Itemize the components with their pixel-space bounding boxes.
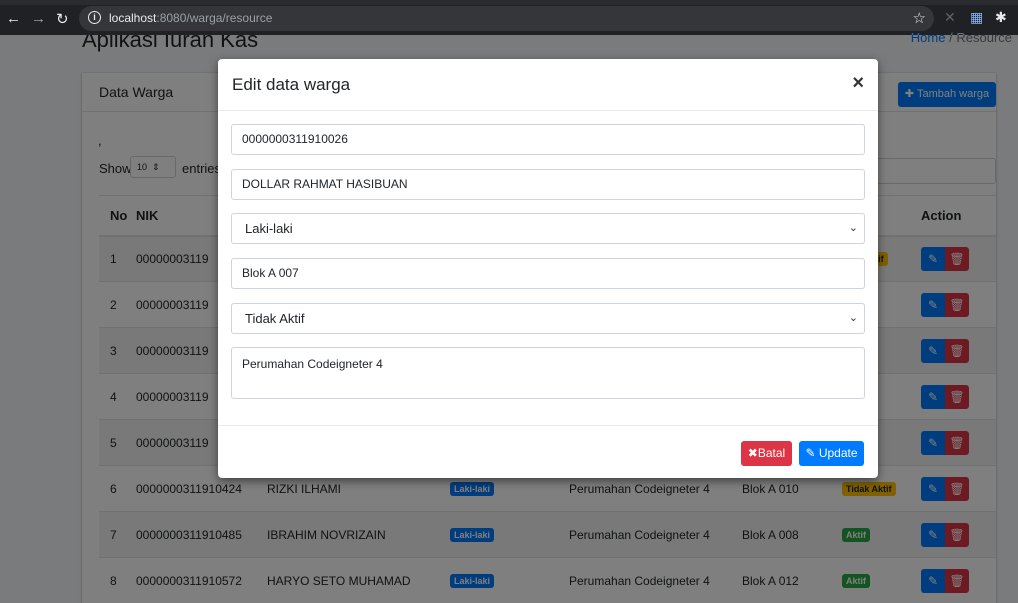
nama-field[interactable]: DOLLAR RAHMAT HASIBUAN: [231, 169, 865, 200]
edit-warga-modal: Edit data warga × 0000000311910026 DOLLA…: [218, 59, 878, 478]
reload-icon[interactable]: ↻: [56, 10, 69, 28]
tab-strip: [0, 0, 1018, 5]
alamat-textarea[interactable]: Perumahan Codeigneter 4: [231, 347, 865, 399]
chevron-down-icon: ⌄: [848, 312, 858, 324]
chevron-down-icon: ⌄: [848, 222, 858, 234]
status-select[interactable]: Tidak Aktif ⌄: [231, 303, 865, 334]
url-text: localhost:8080/warga/resource: [109, 11, 273, 25]
modal-footer: ✖Batal ✎ Update: [218, 425, 878, 478]
extension-x-icon[interactable]: ✕: [944, 9, 956, 26]
translate-icon[interactable]: ▦: [970, 9, 983, 26]
cancel-button[interactable]: ✖Batal: [741, 441, 792, 466]
close-icon[interactable]: ×: [852, 72, 864, 95]
nik-field[interactable]: 0000000311910026: [231, 124, 865, 155]
back-icon[interactable]: ←: [6, 10, 21, 27]
pencil-icon: ✎: [805, 446, 819, 460]
site-info-icon[interactable]: i: [88, 11, 101, 24]
extensions-puzzle-icon[interactable]: ✱: [995, 9, 1007, 26]
modal-title: Edit data warga: [232, 75, 351, 94]
bookmark-star-icon[interactable]: ☆: [913, 9, 926, 27]
update-button[interactable]: ✎ Update: [799, 441, 864, 466]
forward-icon[interactable]: →: [31, 10, 46, 27]
jenis-kelamin-select[interactable]: Laki-laki ⌄: [231, 213, 865, 244]
blok-field[interactable]: Blok A 007: [231, 258, 865, 289]
modal-header: Edit data warga ×: [218, 59, 878, 111]
x-icon: ✖: [747, 446, 758, 460]
